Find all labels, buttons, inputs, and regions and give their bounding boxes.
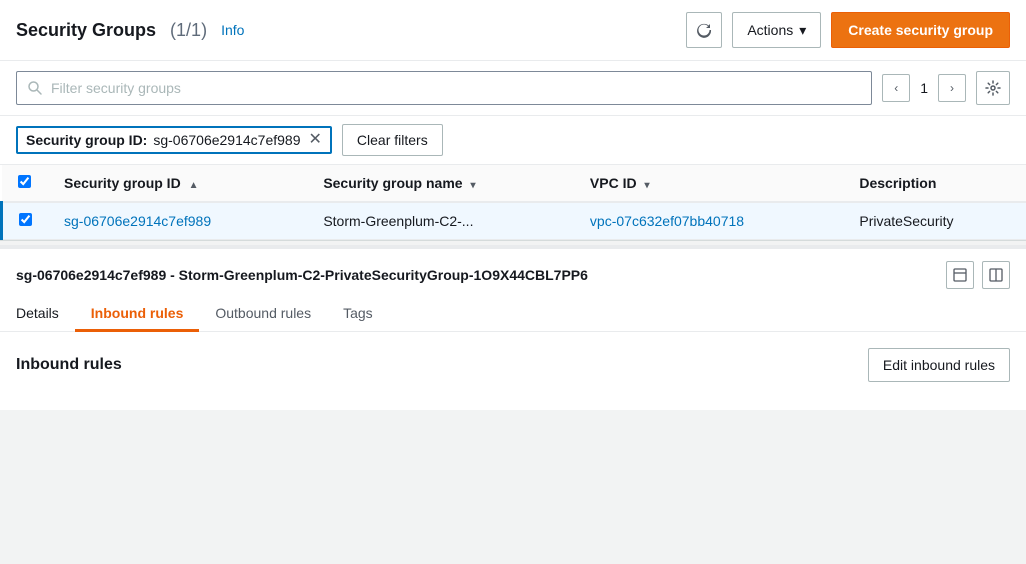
col-label-description: Description — [859, 175, 936, 191]
split-icon — [989, 268, 1003, 282]
info-link[interactable]: Info — [221, 22, 244, 38]
top-panel: Security Groups (1/1) Info Actions ▾ Cre… — [0, 0, 1026, 241]
filter-row: Security group ID: sg-06706e2914c7ef989 … — [0, 116, 1026, 165]
inbound-header: Inbound rules Edit inbound rules — [16, 348, 1010, 382]
cell-vpc-id: vpc-07c632ef07bb40718 — [574, 202, 843, 240]
tab-outbound-rules[interactable]: Outbound rules — [199, 297, 327, 332]
inbound-rules-title: Inbound rules — [16, 356, 122, 374]
security-groups-table: Security group ID ▲ Security group name … — [0, 165, 1026, 240]
table-row[interactable]: sg-06706e2914c7ef989 Storm-Greenplum-C2-… — [2, 202, 1026, 240]
col-label-security-group-name: Security group name — [323, 175, 462, 191]
page-number: 1 — [916, 80, 932, 96]
actions-label: Actions — [747, 22, 793, 38]
select-all-checkbox-cell — [2, 165, 49, 202]
tabs-row: Details Inbound rules Outbound rules Tag… — [0, 297, 1026, 332]
filter-tag-key: Security group ID: — [26, 132, 147, 148]
col-label-security-group-id: Security group ID — [64, 175, 181, 191]
pagination-controls: ‹ 1 › — [882, 74, 966, 102]
select-all-checkbox[interactable] — [18, 175, 31, 188]
refresh-icon — [696, 22, 712, 38]
bottom-panel: sg-06706e2914c7ef989 - Storm-Greenplum-C… — [0, 245, 1026, 410]
tab-inbound-rules[interactable]: Inbound rules — [75, 297, 200, 332]
prev-page-button[interactable]: ‹ — [882, 74, 910, 102]
row-checkbox-cell — [2, 202, 49, 240]
tab-details[interactable]: Details — [16, 297, 75, 332]
clear-filters-button[interactable]: Clear filters — [342, 124, 443, 156]
page-container: Security Groups (1/1) Info Actions ▾ Cre… — [0, 0, 1026, 410]
security-group-id-link[interactable]: sg-06706e2914c7ef989 — [64, 213, 211, 229]
split-button[interactable] — [982, 261, 1010, 289]
search-icon — [27, 80, 43, 96]
prev-icon: ‹ — [894, 81, 898, 95]
page-title: Security Groups — [16, 20, 156, 41]
col-header-security-group-name[interactable]: Security group name ▾ — [307, 165, 574, 202]
table-header-row: Security group ID ▲ Security group name … — [2, 165, 1026, 202]
col-header-vpc-id[interactable]: VPC ID ▾ — [574, 165, 843, 202]
col-dropdown-icon-vpc: ▾ — [645, 180, 650, 191]
page-count: (1/1) — [170, 20, 207, 41]
vpc-id-link[interactable]: vpc-07c632ef07bb40718 — [590, 213, 744, 229]
filter-tag-value: sg-06706e2914c7ef989 — [153, 132, 300, 148]
col-label-vpc-id: VPC ID — [590, 175, 637, 191]
bottom-header: sg-06706e2914c7ef989 - Storm-Greenplum-C… — [0, 249, 1026, 289]
next-icon: › — [950, 81, 954, 95]
col-header-description: Description — [843, 165, 1026, 202]
tab-details-label: Details — [16, 305, 59, 321]
settings-icon — [985, 80, 1001, 96]
edit-inbound-rules-button[interactable]: Edit inbound rules — [868, 348, 1010, 382]
actions-dropdown-icon: ▾ — [799, 22, 806, 39]
tab-tags-label: Tags — [343, 305, 373, 321]
filter-tag-close[interactable]: ✕ — [309, 132, 322, 148]
bottom-icons — [946, 261, 1010, 289]
col-header-security-group-id[interactable]: Security group ID ▲ — [48, 165, 307, 202]
search-input[interactable] — [51, 80, 861, 96]
expand-icon — [953, 268, 967, 282]
header-row: Security Groups (1/1) Info Actions ▾ Cre… — [0, 0, 1026, 61]
tab-tags[interactable]: Tags — [327, 297, 389, 332]
actions-button[interactable]: Actions ▾ — [732, 12, 821, 48]
refresh-button[interactable] — [686, 12, 722, 48]
create-security-group-button[interactable]: Create security group — [831, 12, 1010, 48]
bottom-title: sg-06706e2914c7ef989 - Storm-Greenplum-C… — [16, 267, 588, 283]
settings-button[interactable] — [976, 71, 1010, 105]
search-box — [16, 71, 872, 105]
col-dropdown-icon-name: ▾ — [470, 180, 475, 191]
cell-description: PrivateSecurity — [843, 202, 1026, 240]
tab-outbound-rules-label: Outbound rules — [215, 305, 311, 321]
inbound-rules-section: Inbound rules Edit inbound rules — [0, 332, 1026, 410]
cell-security-group-name: Storm-Greenplum-C2-... — [307, 202, 574, 240]
filter-tag: Security group ID: sg-06706e2914c7ef989 … — [16, 126, 332, 154]
cell-security-group-id: sg-06706e2914c7ef989 — [48, 202, 307, 240]
row-checkbox[interactable] — [19, 213, 32, 226]
tab-inbound-rules-label: Inbound rules — [91, 305, 184, 321]
sort-asc-icon: ▲ — [189, 180, 199, 191]
search-row: ‹ 1 › — [0, 61, 1026, 116]
expand-button[interactable] — [946, 261, 974, 289]
next-page-button[interactable]: › — [938, 74, 966, 102]
